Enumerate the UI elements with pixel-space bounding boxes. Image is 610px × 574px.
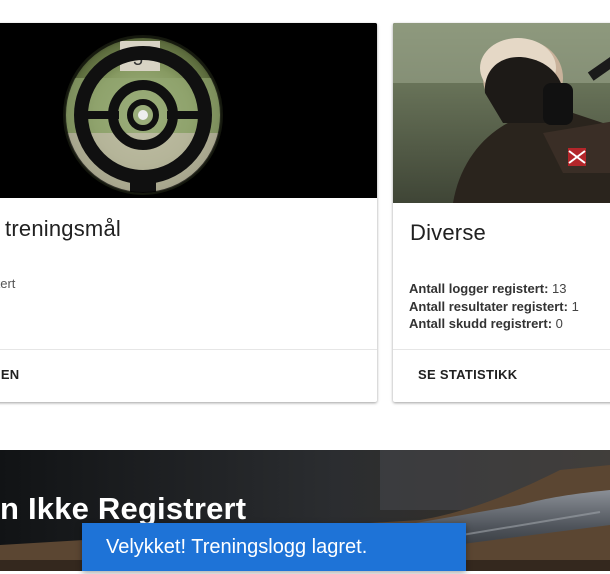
card-actions: GGEN — [0, 349, 377, 402]
card-action-button[interactable]: GGEN — [0, 367, 19, 382]
card-actions: SE STATISTIKK — [393, 349, 610, 402]
stat-value: 13 — [552, 281, 567, 296]
stat-row: Antall skudd registrert: 0 — [409, 315, 579, 333]
stat-value: 1 — [571, 298, 579, 314]
stats-list: Antall logger registert: 13 Antall resul… — [409, 280, 579, 333]
card-image-scope-target: 5 — [0, 23, 377, 198]
card-title: te treningsmål — [0, 216, 121, 241]
banner-title: n Ikke Registrert — [0, 491, 247, 526]
card-title: Diverse — [410, 220, 486, 245]
training-goals-card: 5 te treningsmål gistert GGEN — [0, 23, 377, 402]
stat-row: Antall logger registert: 13 — [409, 280, 579, 298]
stat-label: Antall logger registert: — [409, 281, 549, 296]
stat-label: Antall skudd registrert: — [409, 316, 553, 331]
stat-label: Antall resultater registert: — [409, 298, 568, 314]
success-snackbar: Velykket! Treningslogg lagret. — [82, 523, 466, 571]
card-subtext: gistert — [0, 276, 16, 291]
stat-row: Antall resultater registert: 1 — [409, 298, 579, 316]
snackbar-message: Velykket! Treningslogg lagret. — [106, 536, 368, 558]
diverse-card: Diverse Antall logger registert: 13 Anta… — [393, 23, 610, 402]
card-image-shooter — [393, 23, 610, 203]
see-statistics-button[interactable]: SE STATISTIKK — [418, 367, 517, 382]
stat-value: 0 — [555, 316, 563, 331]
